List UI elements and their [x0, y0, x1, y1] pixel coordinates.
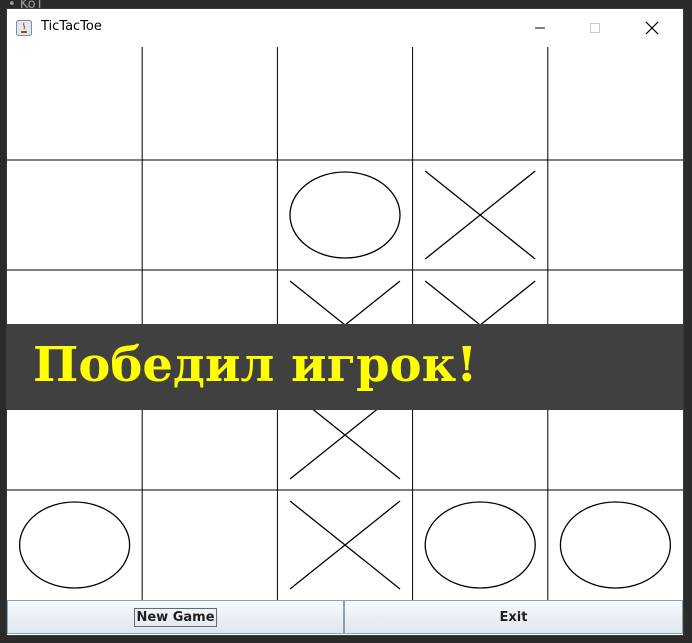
board-cell[interactable] [412, 490, 548, 600]
close-button[interactable] [629, 9, 675, 47]
winner-message: Победил игрок! [33, 337, 478, 393]
maximize-icon [590, 23, 600, 33]
board-cell[interactable] [142, 160, 278, 270]
new-game-button[interactable]: New Game [7, 600, 344, 634]
board-cell[interactable] [277, 160, 413, 270]
board-cell[interactable] [142, 490, 278, 600]
board-cell[interactable] [277, 50, 413, 160]
window-title: TicTacToe [41, 19, 102, 34]
winner-banner: Победил игрок! [7, 324, 683, 410]
minimize-icon [535, 27, 545, 29]
exit-label: Exit [499, 609, 528, 625]
close-icon [645, 21, 659, 35]
board-cell[interactable] [412, 50, 548, 160]
board-cell[interactable] [547, 50, 683, 160]
board-cell[interactable] [142, 50, 278, 160]
tictactoe-window: TicTacToe Победил игрок! New Game Exit [7, 9, 683, 635]
exit-button[interactable]: Exit [344, 600, 683, 634]
board-cell[interactable] [7, 490, 143, 600]
board-cell[interactable] [547, 160, 683, 270]
java-app-icon [16, 20, 32, 36]
board-cell[interactable] [7, 160, 143, 270]
button-bar: New Game Exit [7, 600, 683, 635]
title-bar: TicTacToe [7, 9, 683, 47]
new-game-label: New Game [134, 607, 217, 627]
board-cell[interactable] [547, 490, 683, 600]
maximize-button[interactable] [572, 9, 618, 47]
board-cell[interactable] [7, 50, 143, 160]
minimize-button[interactable] [517, 9, 563, 47]
